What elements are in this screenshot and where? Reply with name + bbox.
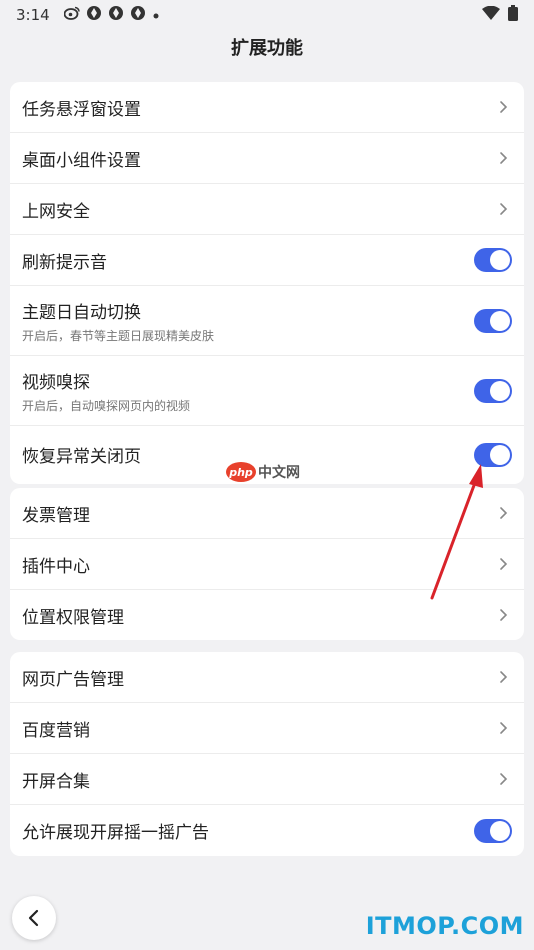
settings-row-label: 插件中心 xyxy=(22,556,90,577)
toggle-switch[interactable] xyxy=(474,378,512,403)
settings-card-3: 网页广告管理 百度营销 开屏合集 允许展现开屏摇一摇广告 xyxy=(10,652,524,856)
toggle-knob xyxy=(490,250,510,270)
php-logo: php xyxy=(226,462,256,482)
settings-row[interactable]: 开屏合集 xyxy=(10,754,524,805)
settings-row[interactable]: 百度营销 xyxy=(10,703,524,754)
chevron-right-icon xyxy=(500,722,508,734)
toggle-switch[interactable] xyxy=(474,308,512,333)
chevron-right-icon xyxy=(500,152,508,164)
chevron-right-icon xyxy=(500,671,508,683)
app-icon xyxy=(86,5,102,25)
settings-row-description: 开启后，自动嗅探网页内的视频 xyxy=(22,398,191,413)
dot-icon xyxy=(152,6,160,24)
settings-row[interactable]: 位置权限管理 xyxy=(10,590,524,640)
wifi-icon xyxy=(482,5,500,24)
status-time: 3:14 xyxy=(16,6,50,24)
chevron-left-icon xyxy=(28,909,39,927)
toggle-knob xyxy=(490,310,510,331)
back-button[interactable] xyxy=(12,896,56,940)
settings-row: 主题日自动切换 开启后，春节等主题日展现精美皮肤 xyxy=(10,286,524,356)
settings-row-label: 允许展现开屏摇一摇广告 xyxy=(22,823,209,843)
settings-card-1: 任务悬浮窗设置 桌面小组件设置 上网安全 刷新提示音 主题日自动切换 开启后，春… xyxy=(10,82,524,484)
settings-row-label: 位置权限管理 xyxy=(22,607,124,628)
page-title: 扩展功能 xyxy=(231,38,303,59)
chevron-right-icon xyxy=(500,101,508,113)
settings-row[interactable]: 桌面小组件设置 xyxy=(10,133,524,184)
settings-row[interactable]: 上网安全 xyxy=(10,184,524,235)
status-bar: 3:14 xyxy=(0,0,534,30)
chevron-right-icon xyxy=(500,203,508,215)
settings-row: 刷新提示音 xyxy=(10,235,524,286)
settings-row[interactable]: 任务悬浮窗设置 xyxy=(10,82,524,133)
settings-row[interactable]: 插件中心 xyxy=(10,539,524,590)
toggle-switch[interactable] xyxy=(474,442,512,467)
toggle-knob xyxy=(490,820,510,841)
settings-card-2: 发票管理 插件中心 位置权限管理 xyxy=(10,488,524,640)
php-watermark-text: 中文网 xyxy=(258,465,300,481)
settings-row-description: 开启后，春节等主题日展现精美皮肤 xyxy=(22,328,215,343)
settings-row: 允许展现开屏摇一摇广告 xyxy=(10,805,524,856)
settings-row-label: 刷新提示音 xyxy=(22,252,107,273)
battery-icon xyxy=(508,5,518,25)
settings-row-label: 网页广告管理 xyxy=(22,669,124,690)
weibo-icon xyxy=(63,6,80,24)
toggle-switch[interactable] xyxy=(474,248,512,272)
settings-row-label: 桌面小组件设置 xyxy=(22,150,141,171)
settings-row-label: 开屏合集 xyxy=(22,771,90,792)
toggle-knob xyxy=(490,380,510,401)
toggle-switch[interactable] xyxy=(474,818,512,843)
settings-row-label: 发票管理 xyxy=(22,505,90,526)
app-icon xyxy=(108,5,124,25)
toggle-knob xyxy=(490,444,510,465)
settings-row-label: 任务悬浮窗设置 xyxy=(22,99,141,120)
site-watermark: ITMOP.COM xyxy=(365,912,524,940)
chevron-right-icon xyxy=(500,773,508,785)
settings-row-label: 主题日自动切换 xyxy=(22,302,141,323)
settings-row-label: 百度营销 xyxy=(22,720,90,741)
chevron-right-icon xyxy=(500,507,508,519)
chevron-right-icon xyxy=(500,558,508,570)
chevron-right-icon xyxy=(500,609,508,621)
settings-row[interactable]: 发票管理 xyxy=(10,488,524,539)
settings-row[interactable]: 网页广告管理 xyxy=(10,652,524,703)
settings-row-label: 上网安全 xyxy=(22,201,90,222)
app-icon xyxy=(130,5,146,25)
settings-row: 视频嗅探 开启后，自动嗅探网页内的视频 xyxy=(10,356,524,426)
settings-row-label: 视频嗅探 xyxy=(22,372,90,393)
php-watermark: php 中文网 xyxy=(226,462,300,482)
